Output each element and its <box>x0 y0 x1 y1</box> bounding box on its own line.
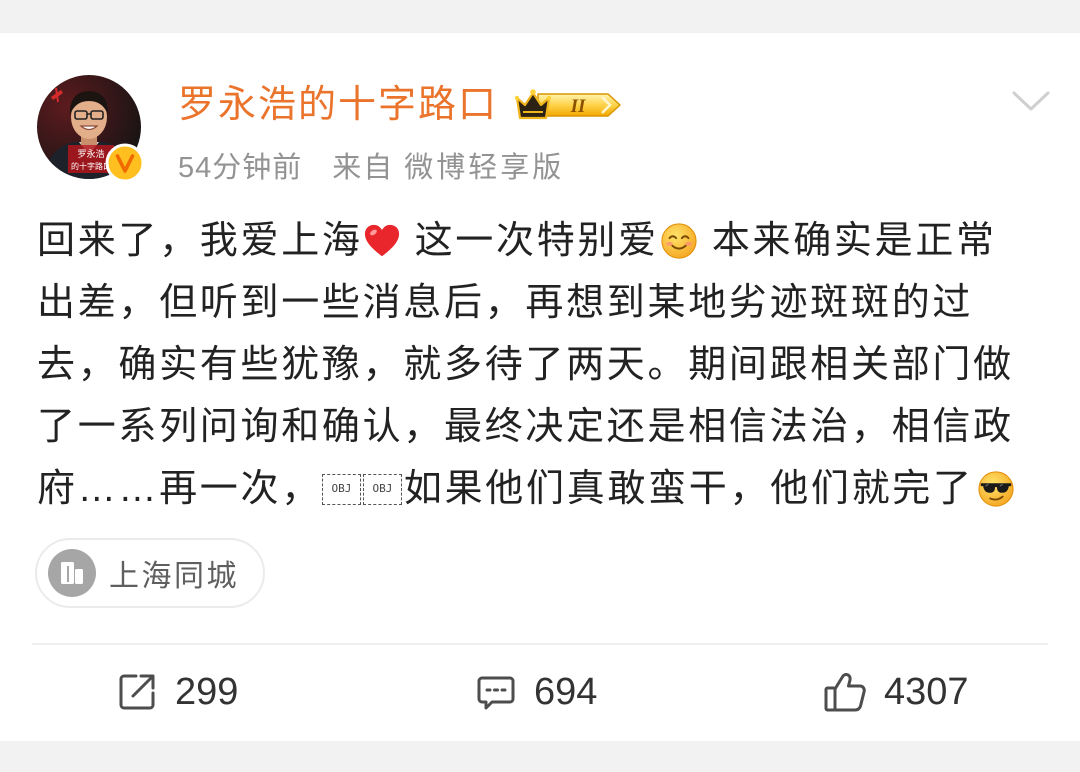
crown-level-badge-icon[interactable]: II <box>514 87 626 123</box>
body-line: 去，确实有些犹豫，就多待了两天。期间跟相关部门做 <box>37 334 1047 396</box>
share-icon <box>119 674 155 710</box>
body-text-segment: 去，确实有些犹豫，就多待了两天。期间跟相关部门做 <box>37 344 1014 386</box>
location-label: 上海同城 <box>109 560 239 593</box>
like-count: 4307 <box>884 671 969 713</box>
body-text-segment: 回来了，我爱上海 <box>37 220 363 262</box>
gold-verified-v-icon <box>105 143 145 183</box>
body-text-segment: 这一次特别爱 <box>414 220 659 262</box>
sunglasses-face-emoji-icon <box>977 470 1015 508</box>
red-heart-emoji-icon <box>363 222 401 260</box>
post-body-text[interactable]: 回来了，我爱上海 这一次特别爱 本来确实是正常 出差，但听到一些消息后，再想到某… <box>37 210 1047 520</box>
comment-button[interactable]: 694 <box>475 669 597 715</box>
body-text-segment: 出差，但听到一些消息后，再想到某地劣迹斑斑的过 <box>37 282 974 324</box>
body-line: 出差，但听到一些消息后，再想到某地劣迹斑斑的过 <box>37 272 1047 334</box>
object-placeholder: OBJ <box>362 473 402 505</box>
body-line: 了一系列问询和确认，最终决定还是相信法治，相信政 <box>37 396 1047 458</box>
post-time: 54分钟前 <box>178 152 303 184</box>
comment-icon <box>477 676 515 710</box>
building-icon <box>48 549 96 597</box>
body-text-segment: 本来确实是正常 <box>711 220 997 262</box>
object-placeholder: OBJ <box>321 473 361 505</box>
post-meta: 54分钟前 来自 微博轻享版 <box>178 148 564 188</box>
body-line: 府……再一次， OBJ OBJ 如果他们真敢蛮干，他们就完了 <box>37 458 1047 520</box>
author-name[interactable]: 罗永浩的十字路口 <box>178 82 498 128</box>
post-source: 微博轻享版 <box>404 152 565 184</box>
more-options-button[interactable] <box>1008 85 1054 117</box>
body-text-segment: 如果他们真敢蛮干，他们就完了 <box>403 468 974 510</box>
post-card: 罗永浩 的十字路口 罗永浩的十字路口 II 54分钟前 来自 微博轻享版 回来了… <box>0 33 1080 741</box>
divider <box>32 643 1048 645</box>
smiling-face-emoji-icon <box>660 222 698 260</box>
chevron-down-icon <box>1012 91 1050 111</box>
body-text-segment: 了一系列问询和确认，最终决定还是相信法治，相信政 <box>37 406 1014 448</box>
source-label: 来自 <box>332 152 395 184</box>
like-button[interactable]: 4307 <box>823 669 969 715</box>
body-text-segment: 府……再一次， <box>37 468 322 510</box>
like-icon <box>824 673 866 712</box>
share-button[interactable]: 299 <box>116 669 238 715</box>
location-tag[interactable]: 上海同城 <box>35 538 265 608</box>
avatar-caption-line-1: 罗永浩 <box>77 148 104 160</box>
body-line: 回来了，我爱上海 这一次特别爱 本来确实是正常 <box>37 210 1047 272</box>
badge-level-text: II <box>570 96 586 117</box>
share-count: 299 <box>175 671 239 713</box>
comment-count: 694 <box>534 671 598 713</box>
